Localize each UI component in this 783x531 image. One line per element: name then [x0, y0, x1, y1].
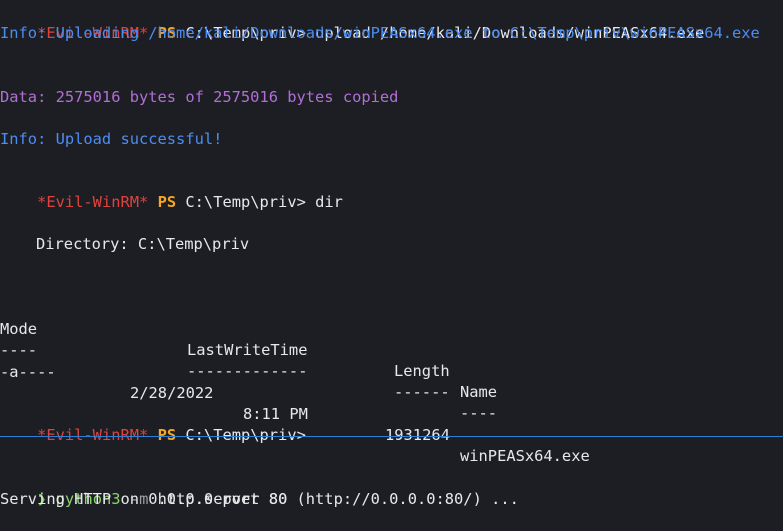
- row-mode: -a----: [0, 363, 56, 381]
- dir-table-underline: ---- ------------- ------ ----: [0, 319, 783, 422]
- underline-length: ------: [394, 383, 450, 401]
- row-date: 2/28/2022: [130, 384, 214, 402]
- prompt-name: *Evil-WinRM*: [37, 193, 149, 211]
- prompt-path: C:\Temp\priv>: [185, 193, 306, 211]
- directory-heading: Directory: C:\Temp\priv: [36, 235, 250, 253]
- prompt-line-current: *Evil-WinRM* PS C:\Temp\priv>: [0, 404, 306, 444]
- pane-divider[interactable]: [0, 436, 783, 437]
- prompt-ps: PS: [157, 193, 177, 211]
- underline-lastwritetime: -------------: [187, 362, 308, 380]
- dir-table-header: Mode LastWriteTime Length Name: [0, 298, 783, 401]
- server-output-line: Serving HTTP on 0.0.0.0 port 80 (http://…: [0, 490, 519, 508]
- header-name: Name: [460, 383, 498, 401]
- prompt-line-dir: *Evil-WinRM* PS C:\Temp\priv> dir: [0, 171, 343, 211]
- dir-command: dir: [315, 193, 343, 211]
- http-server-terminal-pane[interactable]: ❯ python3 -m http.server 80 Serving HTTP…: [0, 438, 783, 525]
- data-copied-line: Data: 2575016 bytes of 2575016 bytes cop…: [0, 88, 399, 106]
- info-uploading-line: Info: Uploading /home/kali/Downloads/win…: [0, 24, 760, 42]
- prompt-line-upload: *Evil-WinRM* PS C:\Temp\priv> upload /ho…: [0, 2, 704, 42]
- table-row: -a---- 2/28/2022 8:11 PM 1931264 winPEAS…: [0, 341, 783, 465]
- header-length: Length: [394, 362, 450, 380]
- evil-winrm-terminal-pane[interactable]: *Evil-WinRM* PS C:\Temp\priv> upload /ho…: [0, 0, 783, 465]
- info-success-line: Info: Upload successful!: [0, 130, 223, 148]
- underline-name: ----: [460, 404, 498, 422]
- python-command-line: ❯ python3 -m http.server 80: [0, 468, 287, 508]
